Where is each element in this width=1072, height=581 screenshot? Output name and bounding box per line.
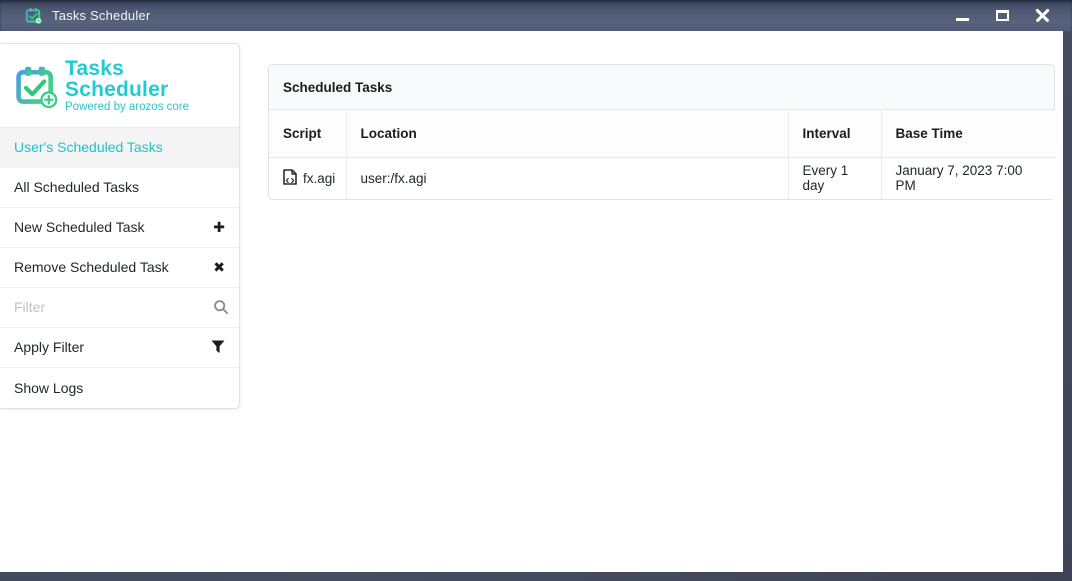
close-button[interactable] bbox=[1022, 3, 1062, 29]
sidebar-item-label: All Scheduled Tasks bbox=[14, 179, 139, 195]
location-cell: user:/fx.agi bbox=[346, 157, 788, 199]
maximize-icon bbox=[996, 10, 1009, 21]
scheduled-tasks-table: Script Location Interval Base Time bbox=[269, 110, 1056, 199]
minimize-icon bbox=[956, 18, 969, 21]
sidebar-item-show-logs[interactable]: Show Logs bbox=[0, 368, 239, 408]
plus-icon: ✚ bbox=[213, 219, 225, 236]
app-logo: Tasks Scheduler Powered by arozos core bbox=[0, 44, 239, 128]
window-title: Tasks Scheduler bbox=[52, 8, 150, 23]
base-time-cell: January 7, 2023 7:00 PM bbox=[881, 157, 1056, 199]
logo-text: Tasks Scheduler Powered by arozos core bbox=[65, 58, 227, 114]
sidebar: Tasks Scheduler Powered by arozos core U… bbox=[0, 43, 240, 409]
column-header-location: Location bbox=[346, 110, 788, 157]
app-icon bbox=[25, 7, 42, 24]
window-controls bbox=[942, 3, 1062, 29]
window-content: Tasks Scheduler Powered by arozos core U… bbox=[0, 31, 1063, 572]
script-cell: fx.agi bbox=[269, 157, 346, 199]
filter-icon bbox=[211, 340, 225, 354]
filter-input[interactable] bbox=[14, 299, 213, 315]
logo-subtitle: Powered by arozos core bbox=[65, 102, 227, 114]
search-icon bbox=[213, 299, 229, 315]
minimize-button[interactable] bbox=[942, 3, 982, 29]
sidebar-item-label: Remove Scheduled Task bbox=[14, 259, 169, 275]
interval-cell: Every 1 day bbox=[788, 157, 881, 199]
table-header-row: Script Location Interval Base Time bbox=[269, 110, 1056, 157]
window-titlebar[interactable]: Tasks Scheduler bbox=[0, 0, 1072, 31]
sidebar-item-label: Show Logs bbox=[14, 380, 83, 396]
file-code-icon bbox=[283, 169, 297, 188]
sidebar-item-label: Apply Filter bbox=[14, 339, 84, 355]
column-header-script: Script bbox=[269, 110, 346, 157]
calendar-check-icon bbox=[14, 64, 58, 108]
sidebar-item-new-scheduled-task[interactable]: New Scheduled Task ✚ bbox=[0, 208, 239, 248]
filter-row bbox=[0, 288, 239, 328]
script-name: fx.agi bbox=[303, 171, 335, 186]
sidebar-item-apply-filter[interactable]: Apply Filter bbox=[0, 328, 239, 368]
sidebar-item-users-scheduled-tasks[interactable]: User's Scheduled Tasks bbox=[0, 128, 239, 168]
logo-title: Tasks Scheduler bbox=[65, 58, 227, 100]
panel-title: Scheduled Tasks bbox=[269, 65, 1054, 110]
task-row[interactable]: fx.agi user:/fx.agi Every 1 day January … bbox=[269, 157, 1056, 199]
close-icon bbox=[1035, 8, 1050, 23]
column-header-interval: Interval bbox=[788, 110, 881, 157]
sidebar-item-all-scheduled-tasks[interactable]: All Scheduled Tasks bbox=[0, 168, 239, 208]
sidebar-item-label: User's Scheduled Tasks bbox=[14, 139, 163, 155]
remove-icon: ✖ bbox=[213, 259, 225, 276]
column-header-base-time: Base Time bbox=[881, 110, 1056, 157]
sidebar-item-remove-scheduled-task[interactable]: Remove Scheduled Task ✖ bbox=[0, 248, 239, 288]
scheduled-tasks-panel: Scheduled Tasks Script Location Interval… bbox=[268, 64, 1055, 200]
maximize-button[interactable] bbox=[982, 3, 1022, 29]
sidebar-item-label: New Scheduled Task bbox=[14, 219, 144, 235]
